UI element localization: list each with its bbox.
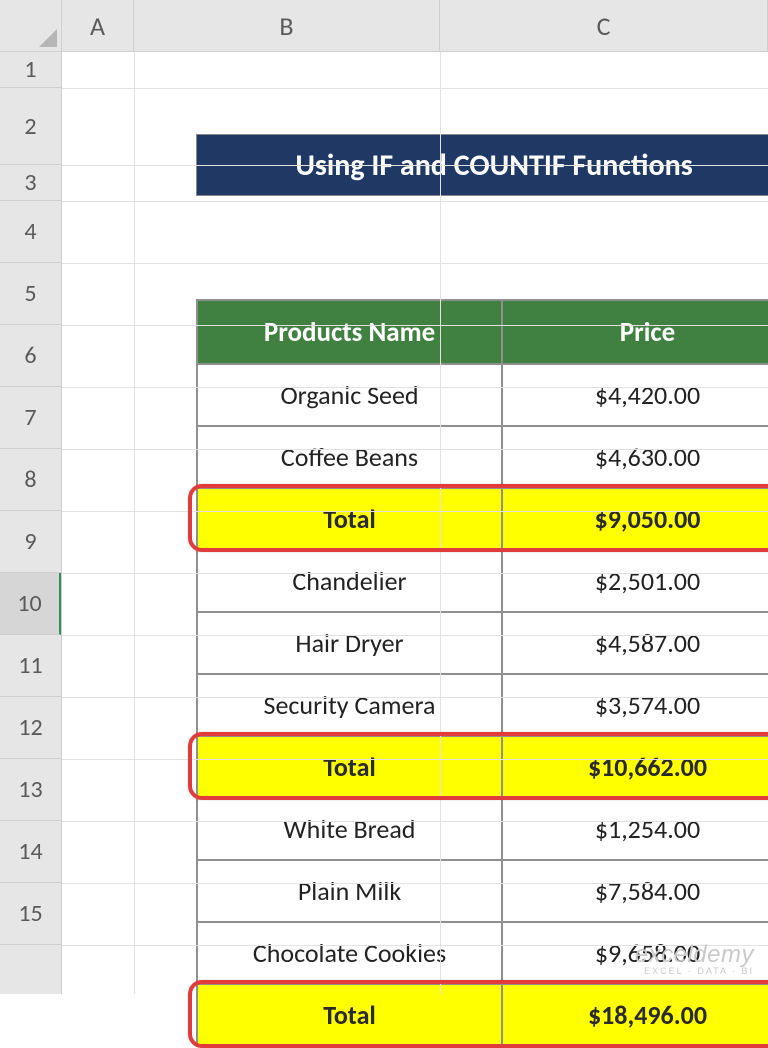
- select-all-corner[interactable]: [0, 0, 62, 52]
- cell-product[interactable]: Security Camera: [197, 674, 502, 736]
- row-header-9[interactable]: 9: [0, 511, 61, 573]
- row-header-8[interactable]: 8: [0, 449, 61, 511]
- cell-product[interactable]: Total: [197, 736, 502, 798]
- cell-product[interactable]: Hair Dryer: [197, 612, 502, 674]
- table-header-row: Products Name Price: [197, 300, 768, 364]
- table-row: Plain Milk$7,584.00: [197, 860, 768, 922]
- gridline: [62, 511, 768, 512]
- cell-price[interactable]: $7,584.00: [502, 860, 768, 922]
- row-header-4[interactable]: 4: [0, 201, 61, 263]
- cell-price[interactable]: $3,574.00: [502, 674, 768, 736]
- gridline: [134, 52, 135, 994]
- cell-price[interactable]: $2,501.00: [502, 550, 768, 612]
- gridline: [62, 697, 768, 698]
- table-row: Coffee Beans$4,630.00: [197, 426, 768, 488]
- cell-price[interactable]: $9,050.00: [502, 488, 768, 550]
- data-table: Products Name Price Organic Seed$4,420.0…: [196, 299, 768, 1047]
- cell-product[interactable]: Coffee Beans: [197, 426, 502, 488]
- row-header-10[interactable]: 10: [0, 573, 61, 635]
- cell-price[interactable]: $18,496.00: [502, 984, 768, 1046]
- row-header-13[interactable]: 13: [0, 759, 61, 821]
- watermark-brand: exceldemy: [635, 943, 754, 967]
- cell-product[interactable]: White Bread: [197, 798, 502, 860]
- table-row: Security Camera$3,574.00: [197, 674, 768, 736]
- row-header-2[interactable]: 2: [0, 88, 61, 165]
- cell-price[interactable]: $1,254.00: [502, 798, 768, 860]
- column-headers: ABC: [62, 0, 768, 52]
- table-row-total: Total$9,050.00: [197, 488, 768, 550]
- watermark: exceldemy EXCEL · DATA · BI: [635, 943, 754, 976]
- table-row: Hair Dryer$4,587.00: [197, 612, 768, 674]
- row-header-14[interactable]: 14: [0, 821, 61, 883]
- gridline: [62, 387, 768, 388]
- row-header-7[interactable]: 7: [0, 387, 61, 449]
- grid-area[interactable]: Using IF and COUNTIF Functions Products …: [62, 52, 768, 994]
- cell-product[interactable]: Plain Milk: [197, 860, 502, 922]
- table-row: Organic Seed$4,420.00: [197, 364, 768, 426]
- row-header-15[interactable]: 15: [0, 883, 61, 945]
- row-header-5[interactable]: 5: [0, 263, 61, 325]
- row-header-3[interactable]: 3: [0, 165, 61, 201]
- cell-price[interactable]: $4,420.00: [502, 364, 768, 426]
- column-header-c[interactable]: C: [440, 0, 768, 51]
- gridline: [62, 165, 768, 166]
- table-row-total: Total$18,496.00: [197, 984, 768, 1046]
- cell-product[interactable]: Chocolate Cookies: [197, 922, 502, 984]
- table-row: White Bread$1,254.00: [197, 798, 768, 860]
- row-headers: 123456789101112131415: [0, 52, 62, 994]
- table-row: Chandelier$2,501.00: [197, 550, 768, 612]
- table-row-total: Total$10,662.00: [197, 736, 768, 798]
- header-price[interactable]: Price: [502, 300, 768, 364]
- gridline: [440, 52, 441, 994]
- gridline: [62, 759, 768, 760]
- cell-product[interactable]: Organic Seed: [197, 364, 502, 426]
- gridline: [62, 821, 768, 822]
- gridline: [62, 883, 768, 884]
- column-header-a[interactable]: A: [62, 0, 134, 51]
- gridline: [62, 201, 768, 202]
- cell-product[interactable]: Total: [197, 488, 502, 550]
- select-all-triangle-icon: [39, 29, 57, 47]
- watermark-tagline: EXCEL · DATA · BI: [635, 967, 754, 976]
- spreadsheet: ABC 123456789101112131415 Using IF and C…: [0, 0, 768, 994]
- gridline: [62, 573, 768, 574]
- row-header-1[interactable]: 1: [0, 52, 61, 88]
- gridline: [62, 449, 768, 450]
- gridline: [62, 263, 768, 264]
- row-header-11[interactable]: 11: [0, 635, 61, 697]
- row-header-6[interactable]: 6: [0, 325, 61, 387]
- header-products[interactable]: Products Name: [197, 300, 502, 364]
- gridline: [62, 88, 768, 89]
- cell-product[interactable]: Total: [197, 984, 502, 1046]
- cell-price[interactable]: $4,587.00: [502, 612, 768, 674]
- gridline: [62, 635, 768, 636]
- column-header-b[interactable]: B: [134, 0, 440, 51]
- cell-product[interactable]: Chandelier: [197, 550, 502, 612]
- gridline: [62, 325, 768, 326]
- row-header-12[interactable]: 12: [0, 697, 61, 759]
- cell-price[interactable]: $10,662.00: [502, 736, 768, 798]
- cell-price[interactable]: $4,630.00: [502, 426, 768, 488]
